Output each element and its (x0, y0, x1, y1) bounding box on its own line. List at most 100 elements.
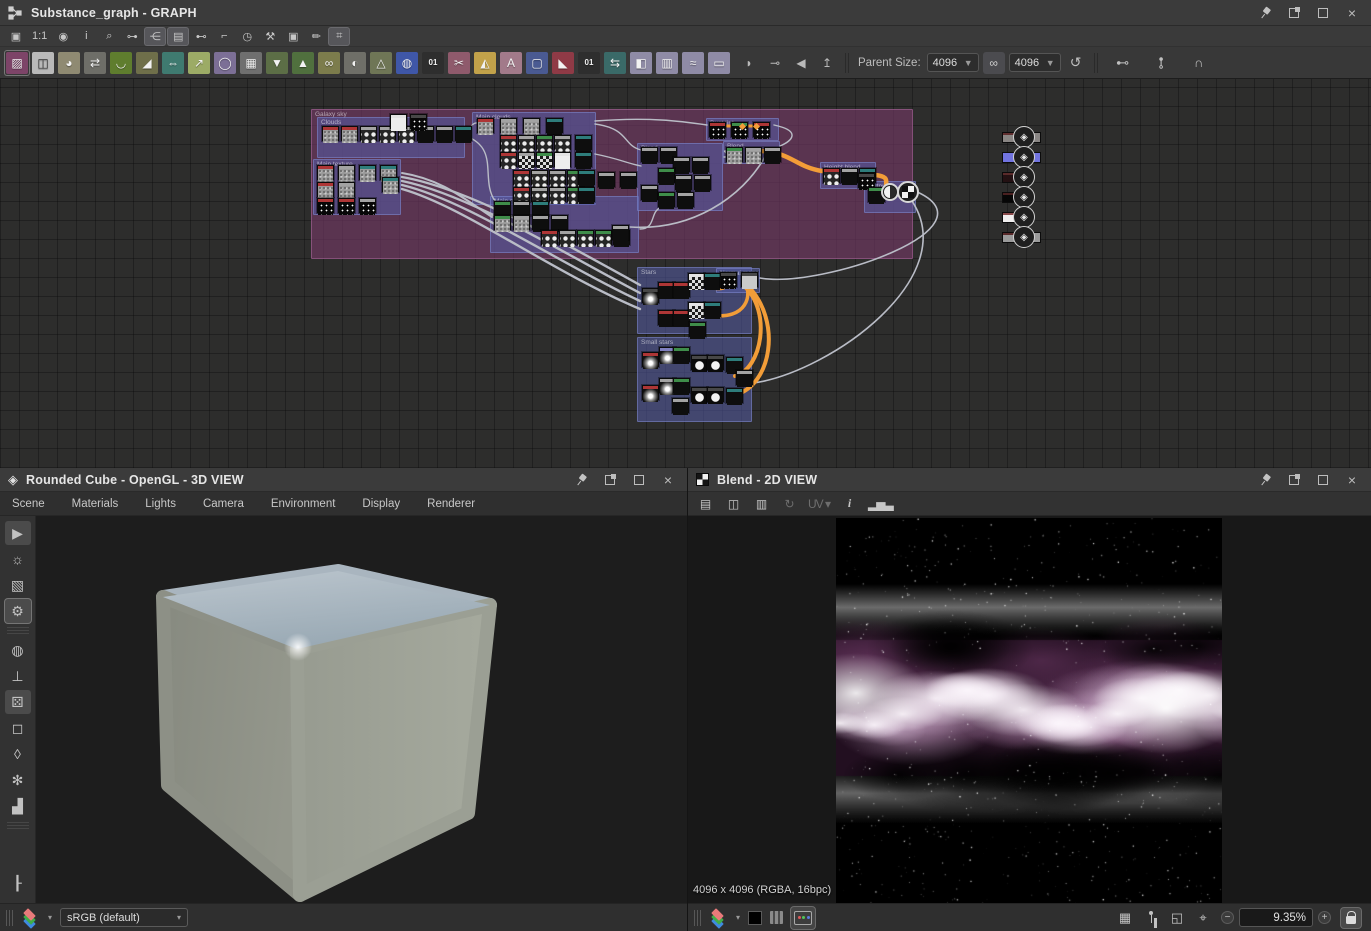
slope-blur-node-icon[interactable]: ↗ (187, 51, 211, 75)
parent-width-select[interactable]: 4096▼ (927, 53, 979, 72)
graph-node[interactable] (338, 182, 355, 197)
graph-node[interactable] (577, 230, 594, 245)
graph-node[interactable] (359, 165, 376, 180)
graph-node[interactable] (455, 126, 472, 141)
graph-node[interactable] (578, 170, 595, 185)
graph-node[interactable] (513, 215, 530, 230)
graph-node[interactable] (823, 168, 840, 183)
stats-tool-icon[interactable]: ▟ (5, 794, 31, 818)
float-window-icon[interactable] (1287, 6, 1301, 20)
shape-node-icon[interactable]: ◯ (213, 51, 237, 75)
graph-node[interactable] (672, 398, 689, 413)
output-node[interactable]: ◈ (1002, 186, 1035, 208)
graph-node[interactable] (673, 378, 690, 393)
elbow-connection-icon[interactable]: ⌐ (214, 28, 234, 45)
graph-node[interactable] (494, 201, 511, 216)
graph-node[interactable] (620, 172, 637, 187)
anchor-tool-icon[interactable]: ↥ (816, 52, 838, 74)
graph-node[interactable] (551, 215, 568, 230)
material-output-icon[interactable]: ◈ (1013, 126, 1035, 148)
graph-node[interactable] (726, 388, 743, 403)
graph-node[interactable] (338, 165, 355, 180)
output-node[interactable]: ◈ (1002, 226, 1041, 248)
graph-node[interactable] (382, 177, 399, 192)
fill-node-icon[interactable]: ◣ (551, 51, 575, 75)
material-output-icon[interactable]: ◈ (1013, 226, 1035, 248)
graph-node[interactable] (688, 302, 705, 317)
view3d-viewport[interactable]: ▶☼▧⚙◍⊥⚄◻◊✻▟┠ (0, 516, 687, 903)
node-tool-icon[interactable]: ◀ (790, 52, 812, 74)
graph-node[interactable] (549, 170, 566, 185)
graph-node[interactable] (518, 135, 535, 150)
camera-tool-icon[interactable]: ▶ (5, 521, 31, 545)
graph-node[interactable] (704, 302, 721, 317)
graph-node[interactable] (536, 152, 553, 167)
menu-scene[interactable]: Scene (12, 498, 45, 510)
plane-mesh-icon[interactable]: ◊ (5, 742, 31, 766)
graph-node[interactable] (689, 322, 706, 337)
copy-image-icon[interactable]: ▤ (696, 495, 714, 513)
node-graph-canvas[interactable]: Galaxy skyCloudsMain textureMain cloudsM… (0, 79, 1371, 468)
background-pattern-icon[interactable] (770, 911, 783, 924)
graph-node[interactable] (677, 192, 694, 207)
output-node[interactable]: ◈ (1002, 166, 1035, 188)
graph-node[interactable] (494, 215, 511, 230)
graph-node[interactable] (513, 170, 530, 185)
link-mode-icon[interactable]: ⊶ (122, 28, 142, 45)
shuffle-node-icon[interactable]: ⇄ (83, 51, 107, 75)
float-window-icon[interactable] (603, 473, 617, 487)
layers-view-icon[interactable]: ▤ (168, 28, 188, 45)
graph-node[interactable] (578, 187, 595, 202)
snap-grid-icon[interactable]: ⌗ (329, 28, 349, 45)
link-size-button[interactable]: ∞ (983, 52, 1005, 74)
color-channels-icon[interactable] (21, 910, 39, 926)
output-node[interactable]: ◈ (1002, 126, 1041, 148)
zoom-in-button[interactable]: + (1318, 911, 1331, 924)
graph-node[interactable] (531, 170, 548, 185)
histogram-icon[interactable]: ▂▅▃ (868, 495, 893, 513)
drag-grip[interactable] (694, 910, 701, 926)
material-output-icon[interactable]: ◈ (1013, 146, 1035, 168)
blur-node-icon[interactable]: ◕ (57, 51, 81, 75)
uv-overlay-icon[interactable]: UV ▾ (808, 495, 830, 513)
levels-node-icon[interactable]: 01 (577, 51, 601, 75)
graph-node[interactable] (658, 168, 675, 183)
save-image-icon[interactable]: ◫ (724, 495, 742, 513)
marquee-select-icon[interactable]: ▣ (6, 28, 26, 45)
material-output-icon[interactable]: ◈ (1013, 206, 1035, 228)
transform2d-node-icon[interactable]: ⇆ (603, 51, 627, 75)
graph-node[interactable] (691, 387, 708, 402)
graph-node[interactable] (360, 126, 377, 141)
graph-node[interactable] (532, 215, 549, 230)
fit-view-icon[interactable]: ◱ (1169, 910, 1185, 926)
graph-node[interactable] (707, 387, 724, 402)
close-icon[interactable]: × (1345, 473, 1359, 487)
graph-node[interactable] (675, 175, 692, 190)
graph-node[interactable] (688, 273, 705, 288)
graph-node[interactable] (322, 126, 339, 141)
align-horizontal-icon[interactable]: ⊷ (1111, 52, 1135, 74)
graph-node[interactable] (554, 135, 571, 150)
color-channels-icon[interactable] (709, 910, 727, 926)
graph-node[interactable] (642, 385, 659, 400)
graph-node[interactable] (692, 157, 709, 172)
transform-node-icon[interactable]: ⇔ (161, 51, 185, 75)
gradient-map-node-icon[interactable]: ◍ (395, 51, 419, 75)
gradient-pick-node-icon[interactable]: ◧ (629, 51, 653, 75)
light-tool-icon[interactable]: ☼ (5, 547, 31, 571)
curve-node-icon[interactable]: ◡ (109, 51, 133, 75)
graph-node[interactable] (641, 147, 658, 162)
final-output-checker-icon[interactable] (897, 181, 919, 203)
pin-icon[interactable] (574, 473, 588, 487)
background-color-swatch[interactable] (748, 911, 762, 925)
graph-node[interactable] (359, 198, 376, 213)
graph-node[interactable] (436, 126, 453, 141)
zoom-out-button[interactable]: − (1221, 911, 1234, 924)
mirror-node-icon[interactable]: ◭ (473, 51, 497, 75)
graph-node[interactable] (575, 135, 592, 150)
graph-node[interactable] (745, 147, 762, 162)
tools-icon[interactable]: ⚒ (260, 28, 280, 45)
graph-node[interactable] (720, 272, 737, 287)
graph-node[interactable] (500, 118, 517, 133)
output-node[interactable]: ◈ (1002, 146, 1041, 168)
